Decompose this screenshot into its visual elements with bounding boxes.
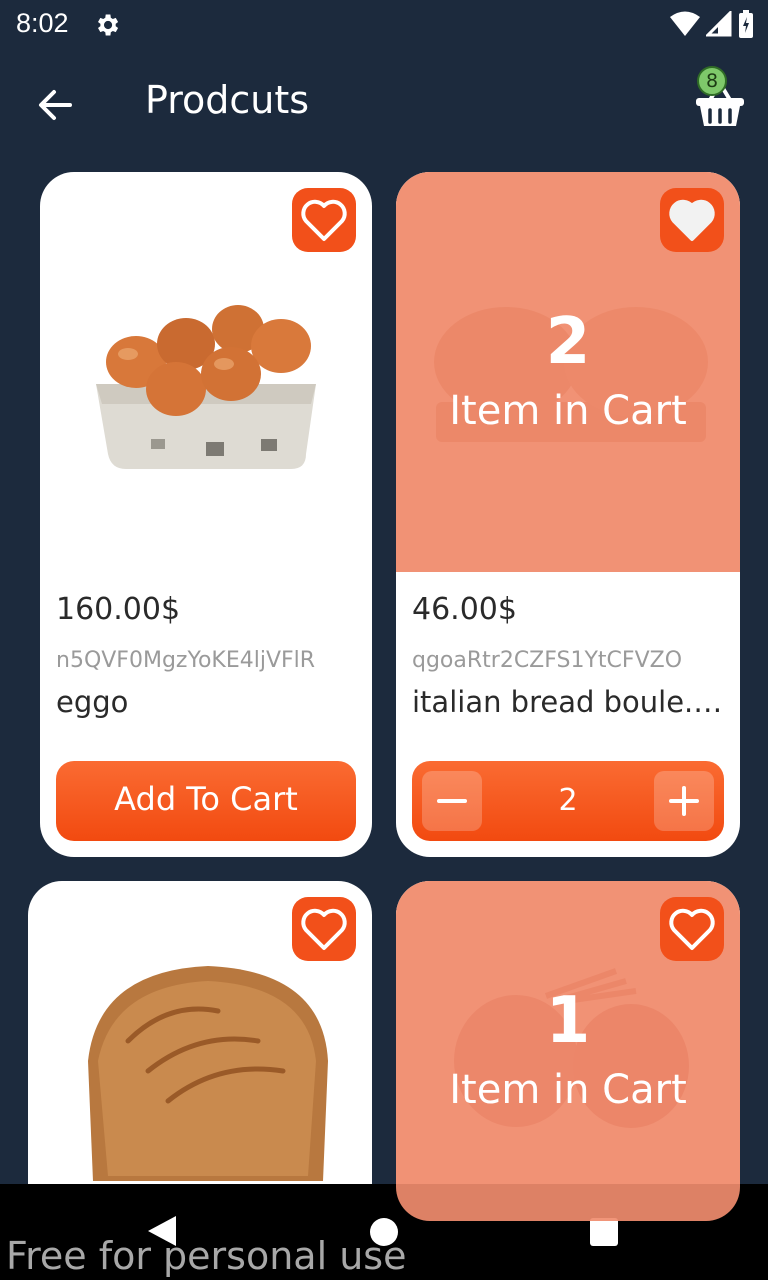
favorite-button[interactable] [660, 188, 724, 252]
product-card: 1 Item in Cart [396, 881, 740, 1221]
product-name: eggo [56, 685, 129, 719]
product-card: 160.00$ n5QVF0MgzYoKE4ljVFlR eggo Add To… [40, 172, 372, 857]
product-card: 2 Item in Cart 46.00$ qgoaRtr2CZFS1YtCFV… [396, 172, 740, 857]
product-card [28, 881, 372, 1221]
product-id: qgoaRtr2CZFS1YtCFVZO [412, 648, 683, 673]
nav-recents-icon[interactable] [589, 1217, 619, 1247]
minus-icon [437, 799, 467, 803]
plus-icon [669, 786, 699, 816]
status-time: 8:02 [16, 8, 69, 38]
favorite-button[interactable] [292, 897, 356, 961]
heart-filled-icon [669, 199, 715, 241]
favorite-button[interactable] [660, 897, 724, 961]
in-cart-label: Item in Cart [449, 1067, 687, 1113]
product-image-bread-loaf [88, 966, 328, 1181]
watermark-text: Free for personal use [6, 1234, 407, 1278]
product-price: 46.00$ [412, 592, 517, 627]
product-price: 160.00$ [56, 592, 181, 627]
in-cart-quantity: 1 [545, 984, 591, 1058]
battery-icon [739, 10, 753, 38]
product-image-eggs [96, 305, 316, 469]
quantity-stepper: 2 [412, 761, 724, 841]
add-to-cart-button[interactable]: Add To Cart [56, 761, 356, 841]
app-bar: Prodcuts 8 [0, 52, 768, 152]
product-id: n5QVF0MgzYoKE4ljVFlR [56, 648, 316, 673]
settings-gear-icon [98, 14, 119, 36]
cart-count-badge: 8 [697, 66, 727, 96]
in-cart-label: Item in Cart [449, 388, 687, 434]
in-cart-quantity: 2 [545, 305, 591, 379]
status-bar: 8:02 [0, 0, 768, 52]
back-arrow-icon[interactable] [30, 80, 80, 130]
heart-outline-icon [669, 908, 715, 950]
decrease-quantity-button[interactable] [422, 771, 482, 831]
favorite-button[interactable] [292, 188, 356, 252]
page-title: Prodcuts [145, 78, 310, 122]
cellular-signal-icon [706, 11, 732, 37]
heart-outline-icon [301, 199, 347, 241]
product-name: italian bread boule.jp... [412, 685, 728, 719]
wifi-icon [670, 11, 700, 36]
heart-outline-icon [301, 908, 347, 950]
increase-quantity-button[interactable] [654, 771, 714, 831]
cart-button[interactable]: 8 [692, 66, 748, 128]
